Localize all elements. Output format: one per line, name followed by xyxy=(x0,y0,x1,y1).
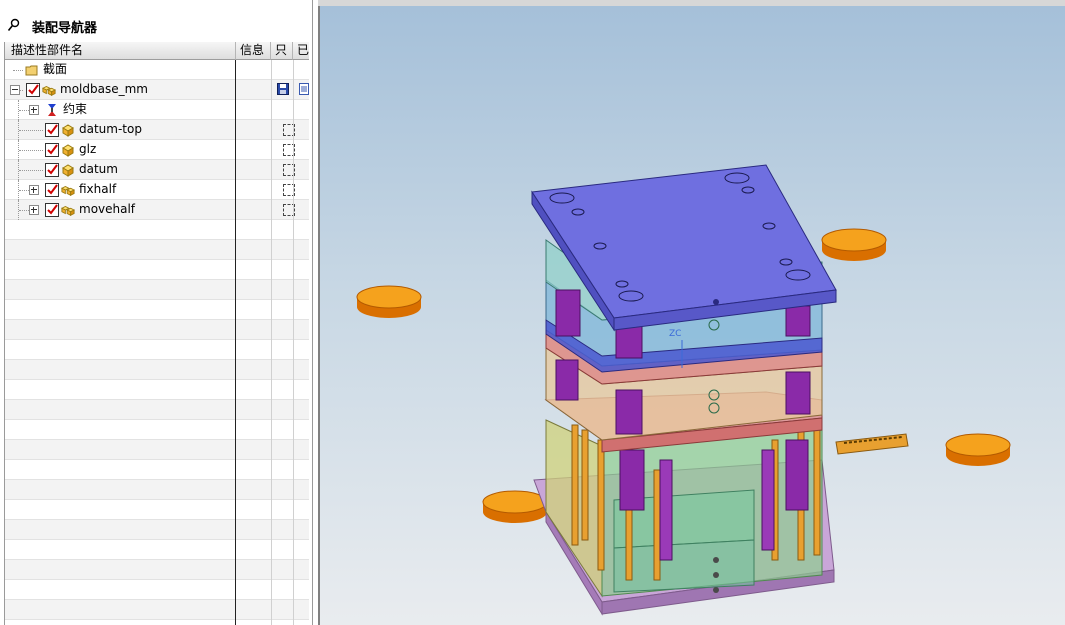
navigator-tree: 描述性部件名 信息 只 已 截面 moldbase_mm 约束 datum-top gl… xyxy=(4,42,309,625)
column-divider xyxy=(271,60,272,625)
constraints-icon xyxy=(45,100,61,120)
expand-icon[interactable] xyxy=(29,205,39,215)
engraved-text-feature[interactable] xyxy=(835,433,909,455)
save-icon[interactable] xyxy=(277,83,289,95)
empty-row xyxy=(5,600,309,620)
visibility-checkbox[interactable] xyxy=(45,123,59,137)
graphics-window[interactable]: ZC xyxy=(318,6,1065,625)
tree-row-label: 截面 xyxy=(43,62,68,76)
empty-row xyxy=(5,520,309,540)
part-icon xyxy=(61,140,77,160)
visibility-checkbox[interactable] xyxy=(45,143,59,157)
empty-row xyxy=(5,340,309,360)
expand-icon[interactable] xyxy=(29,185,39,195)
assembly-navigator-panel: 装配导航器 描述性部件名 信息 只 已 截面 moldbase_mm 约束 datum… xyxy=(0,0,313,625)
pin-icon[interactable] xyxy=(7,18,21,32)
empty-row xyxy=(5,560,309,580)
empty-row xyxy=(5,280,309,300)
tree-row-label: fixhalf xyxy=(79,182,117,196)
empty-row xyxy=(5,440,309,460)
visibility-checkbox[interactable] xyxy=(26,83,40,97)
tree-row-label: datum-top xyxy=(79,122,142,136)
disc-right-lower[interactable] xyxy=(945,433,1011,466)
tree-row[interactable]: glz xyxy=(5,140,309,160)
axis-label: ZC xyxy=(669,329,681,339)
empty-row xyxy=(5,620,309,625)
disc-bottom-left[interactable] xyxy=(482,490,548,523)
tree-connector xyxy=(19,170,43,171)
document-icon xyxy=(299,83,309,95)
folder-icon xyxy=(25,60,41,80)
assembly-icon xyxy=(61,180,77,200)
tree-row[interactable]: 约束 xyxy=(5,100,309,120)
tree-row[interactable]: moldbase_mm xyxy=(5,80,309,100)
empty-row xyxy=(5,380,309,400)
disc-left[interactable] xyxy=(356,285,422,318)
visibility-checkbox[interactable] xyxy=(45,163,59,177)
visibility-checkbox[interactable] xyxy=(45,183,59,197)
assembly-icon xyxy=(61,200,77,220)
part-icon xyxy=(61,120,77,140)
tree-row[interactable]: fixhalf xyxy=(5,180,309,200)
mold-model[interactable]: ZC xyxy=(320,6,1065,625)
tree-row[interactable]: movehalf xyxy=(5,200,309,220)
tree-row-label: datum xyxy=(79,162,118,176)
tree-row-label: moldbase_mm xyxy=(60,82,148,96)
empty-row xyxy=(5,400,309,420)
navigator-title: 装配导航器 xyxy=(32,21,98,36)
empty-row xyxy=(5,300,309,320)
column-header-name[interactable]: 描述性部件名 xyxy=(5,42,236,60)
tree-connector xyxy=(19,150,43,151)
empty-row xyxy=(5,580,309,600)
disc-right-upper[interactable] xyxy=(821,228,887,261)
empty-row xyxy=(5,420,309,440)
column-header-info[interactable]: 信息 xyxy=(236,42,271,60)
column-divider xyxy=(293,60,294,625)
column-divider xyxy=(235,60,236,625)
column-header-modified[interactable]: 已 xyxy=(293,42,309,60)
empty-row xyxy=(5,500,309,520)
empty-row xyxy=(5,460,309,480)
tree-connector xyxy=(13,70,23,71)
assembly-icon xyxy=(42,80,58,100)
part-icon xyxy=(61,160,77,180)
tree-row-label: 约束 xyxy=(63,102,88,116)
column-header-readonly[interactable]: 只 xyxy=(271,42,293,60)
tree-row[interactable]: 截面 xyxy=(5,60,309,80)
empty-row xyxy=(5,260,309,280)
visibility-checkbox[interactable] xyxy=(45,203,59,217)
tree-row[interactable]: datum xyxy=(5,160,309,180)
empty-row xyxy=(5,220,309,240)
empty-row xyxy=(5,480,309,500)
empty-row xyxy=(5,540,309,560)
empty-row xyxy=(5,320,309,340)
tree-connector xyxy=(19,130,43,131)
collapse-icon[interactable] xyxy=(10,85,20,95)
empty-row xyxy=(5,360,309,380)
tree-row-label: movehalf xyxy=(79,202,136,216)
empty-row xyxy=(5,240,309,260)
tree-row[interactable]: datum-top xyxy=(5,120,309,140)
navigator-title-bar: 装配导航器 xyxy=(0,8,312,42)
tree-row-label: glz xyxy=(79,142,97,156)
expand-icon[interactable] xyxy=(29,105,39,115)
